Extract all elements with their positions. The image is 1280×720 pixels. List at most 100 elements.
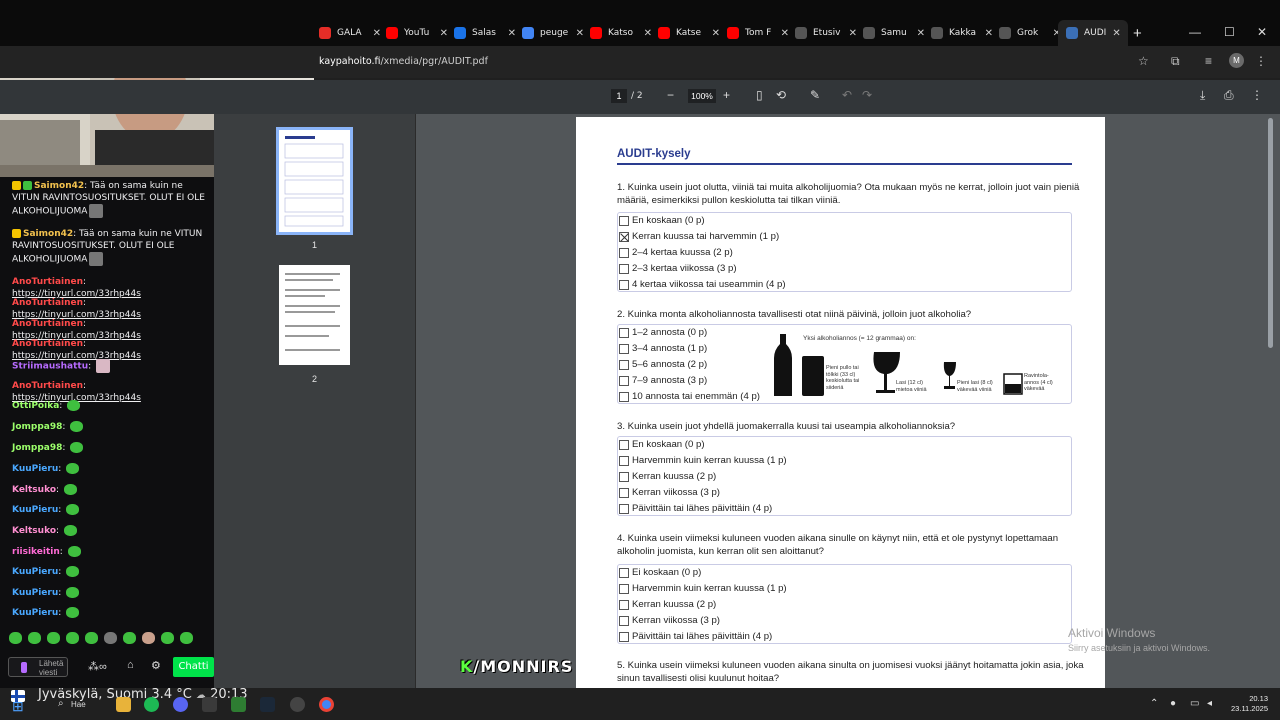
maximize-icon[interactable]: ☐ — [1224, 25, 1235, 39]
store-icon[interactable]: ⌂ — [127, 659, 134, 671]
taskbar-search-label[interactable]: Hae — [71, 700, 86, 709]
checkbox[interactable] — [619, 231, 629, 242]
tab-10[interactable]: Kakka ✕ — [931, 24, 993, 42]
tab-close-icon[interactable]: ✕ — [849, 28, 857, 39]
chat-input[interactable]: Lähetä viesti — [8, 657, 68, 677]
windows-start-icon[interactable]: ⊞ — [12, 698, 24, 715]
tray-chevron-icon[interactable]: ⌃ — [1150, 698, 1158, 709]
chat-settings-gear-icon[interactable]: ⚙ — [151, 659, 161, 672]
chat-username[interactable]: OttiPoika — [12, 401, 59, 411]
chat-username[interactable]: KuuPieru — [12, 567, 58, 577]
tab-1[interactable]: GALA ✕ — [319, 24, 381, 42]
pdf-more-icon[interactable]: ⋮ — [1251, 88, 1263, 102]
checkbox[interactable] — [619, 439, 629, 450]
new-tab-button[interactable]: + — [1133, 25, 1142, 42]
tab-close-icon[interactable]: ✕ — [576, 28, 584, 39]
minimize-icon[interactable]: — — [1189, 25, 1201, 39]
address-bar[interactable]: kaypahoito.fi/xmedia/pgr/AUDIT.pdf — [319, 56, 488, 67]
checkbox[interactable] — [619, 487, 629, 498]
checkbox[interactable] — [619, 343, 629, 354]
zoom-out-icon[interactable]: − — [667, 88, 674, 102]
checkbox[interactable] — [619, 279, 629, 290]
chat-username[interactable]: AnoTurtiainen — [12, 277, 83, 287]
annotate-icon[interactable]: ✎ — [810, 88, 820, 102]
checkbox[interactable] — [619, 391, 629, 402]
tab-close-icon[interactable]: ✕ — [985, 28, 993, 39]
tab-close-icon[interactable]: ✕ — [917, 28, 925, 39]
checkbox[interactable] — [619, 375, 629, 386]
thumbnail-page-1[interactable] — [276, 127, 353, 235]
chat-send-button[interactable]: Chatti — [173, 657, 214, 677]
q3-option-1[interactable]: En koskaan (0 p) — [619, 438, 705, 451]
q2-option-1[interactable]: 1–2 annosta (0 p) — [619, 326, 707, 339]
checkbox[interactable] — [619, 455, 629, 466]
tab-close-icon[interactable]: ✕ — [781, 28, 789, 39]
viewer-scrollbar[interactable] — [1268, 118, 1273, 348]
fit-page-icon[interactable]: ▯ — [756, 88, 763, 102]
tab-11[interactable]: Grok ✕ — [999, 24, 1061, 42]
chat-username[interactable]: KuuPieru — [12, 588, 58, 598]
q3-option-3[interactable]: Kerran kuussa (2 p) — [619, 470, 716, 483]
channel-points-icon[interactable]: ⁂∞ — [88, 660, 107, 673]
chrome-icon[interactable] — [319, 697, 334, 712]
extensions-icon[interactable]: ⧉ — [1171, 54, 1180, 69]
checkbox[interactable] — [619, 327, 629, 338]
checkbox[interactable] — [619, 359, 629, 370]
tab-close-icon[interactable]: ✕ — [712, 28, 720, 39]
q3-option-2[interactable]: Harvemmin kuin kerran kuussa (1 p) — [619, 454, 787, 467]
microphone-icon[interactable] — [21, 662, 27, 673]
download-icon[interactable]: ⤓ — [1200, 88, 1205, 103]
checkbox[interactable] — [619, 615, 629, 626]
x-app-icon[interactable] — [202, 697, 217, 712]
q1-option-5[interactable]: 4 kertaa viikossa tai useammin (4 p) — [619, 278, 786, 291]
chat-username[interactable]: Saimon42 — [23, 229, 73, 239]
checkbox[interactable] — [619, 215, 629, 226]
undo-icon[interactable]: ↶ — [842, 88, 852, 102]
q4-option-1[interactable]: Ei koskaan (0 p) — [619, 566, 701, 579]
chat-username[interactable]: riisikeitin — [12, 547, 60, 557]
q1-option-1[interactable]: En koskaan (0 p) — [619, 214, 705, 227]
page-number-input[interactable]: 1 — [611, 89, 627, 103]
network-icon[interactable]: ▭ — [1190, 698, 1199, 709]
taskbar-search-icon[interactable]: ⌕ — [58, 698, 64, 709]
volume-icon[interactable]: ◂ — [1207, 698, 1212, 709]
tab-5[interactable]: Katso ✕ — [590, 24, 652, 42]
tab-2[interactable]: YouTu ✕ — [386, 24, 448, 42]
discord-icon[interactable] — [173, 697, 188, 712]
rotate-icon[interactable]: ⟲ — [776, 88, 786, 102]
checkbox[interactable] — [619, 247, 629, 258]
chat-username[interactable]: AnoTurtiainen — [12, 298, 83, 308]
q1-option-2[interactable]: Kerran kuussa tai harvemmin (1 p) — [619, 230, 779, 243]
spotify-icon[interactable] — [144, 697, 159, 712]
steam-icon[interactable] — [260, 697, 275, 712]
q4-option-2[interactable]: Harvemmin kuin kerran kuussa (1 p) — [619, 582, 787, 595]
q3-option-4[interactable]: Kerran viikossa (3 p) — [619, 486, 720, 499]
chat-username[interactable]: KuuPieru — [12, 464, 58, 474]
checkbox[interactable] — [619, 567, 629, 578]
tab-7[interactable]: Tom F ✕ — [727, 24, 789, 42]
q1-option-3[interactable]: 2–4 kertaa kuussa (2 p) — [619, 246, 733, 259]
bookmark-star-icon[interactable]: ☆ — [1138, 54, 1149, 68]
chat-username[interactable]: Saimon42 — [34, 181, 84, 191]
tab-12[interactable]: AUDI ✕ — [1058, 20, 1128, 46]
mic-tray-icon[interactable]: ● — [1170, 698, 1176, 709]
tab-close-icon[interactable]: ✕ — [373, 28, 381, 39]
tab-8[interactable]: Etusiv ✕ — [795, 24, 857, 42]
tab-6[interactable]: Katse ✕ — [658, 24, 720, 42]
taskbar-clock[interactable]: 20.13 23.11.2025 — [1228, 694, 1268, 714]
checkbox[interactable] — [619, 263, 629, 274]
chat-username[interactable]: Keltsuko — [12, 526, 56, 536]
chat-username[interactable]: AnoTurtiainen — [12, 339, 83, 349]
checkbox[interactable] — [619, 631, 629, 642]
q2-option-3[interactable]: 5–6 annosta (2 p) — [619, 358, 707, 371]
zoom-level-input[interactable]: 100% — [688, 89, 716, 103]
print-icon[interactable]: ⎙ — [1224, 88, 1234, 103]
chat-username[interactable]: KuuPieru — [12, 505, 58, 515]
thumbnail-page-2[interactable] — [279, 265, 350, 365]
chat-username[interactable]: AnoTurtiainen — [12, 381, 83, 391]
zoom-in-icon[interactable]: + — [723, 88, 730, 102]
checkbox[interactable] — [619, 503, 629, 514]
chat-username[interactable]: Striimaushattu — [12, 362, 88, 372]
media-control-icon[interactable]: ≡ — [1205, 54, 1212, 68]
q2-option-4[interactable]: 7–9 annosta (3 p) — [619, 374, 707, 387]
